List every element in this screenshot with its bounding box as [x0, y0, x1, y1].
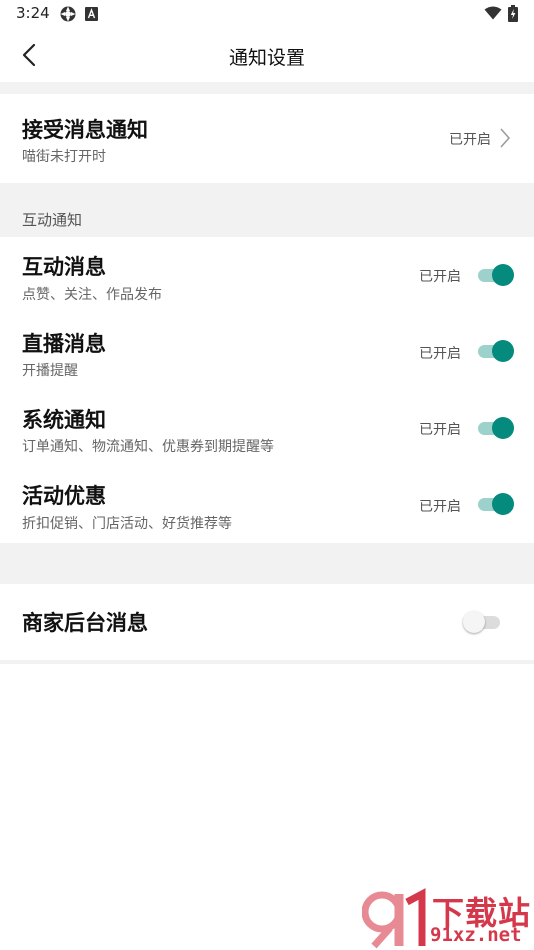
status-bar: 3:24	[0, 0, 534, 28]
row-subtitle: 折扣促销、门店活动、好货推荐等	[22, 516, 232, 532]
row-title: 系统通知	[22, 408, 106, 432]
page-title: 通知设置	[228, 47, 305, 69]
status-text: 已开启	[419, 422, 461, 438]
receive-notifications-row[interactable]: 接受消息通知 喵街未打开时 已开启	[0, 94, 534, 183]
row-subtitle: 开播提醒	[22, 363, 78, 379]
wifi-icon	[484, 6, 502, 20]
chevron-right-icon	[500, 128, 511, 148]
row-title: 互动消息	[22, 255, 106, 279]
section-gap	[0, 82, 534, 94]
status-text: 已开启	[419, 346, 461, 362]
row-title: 商家后台消息	[22, 611, 148, 635]
row-title: 接受消息通知	[22, 118, 148, 142]
status-text: 已开启	[449, 132, 491, 148]
toggle-thumb	[492, 340, 514, 362]
row-subtitle: 喵街未打开时	[22, 149, 106, 165]
toggle-thumb	[492, 264, 514, 286]
app-a-icon	[85, 7, 98, 21]
status-text: 已开启	[419, 499, 461, 515]
status-text: 已开启	[419, 269, 461, 285]
watermark-logo-icon	[362, 888, 426, 949]
live-toggle[interactable]	[476, 339, 516, 363]
row-title: 活动优惠	[22, 484, 106, 508]
promo-toggle[interactable]	[476, 492, 516, 516]
header: 通知设置	[0, 28, 534, 82]
status-time: 3:24	[16, 4, 50, 22]
watermark-url: 91xz.net	[430, 924, 522, 946]
interaction-toggle[interactable]	[476, 263, 516, 287]
settings-gear-icon	[60, 6, 76, 22]
list-item: 直播消息 开播提醒 已开启	[0, 314, 534, 390]
section-gap	[0, 543, 534, 584]
row-title: 直播消息	[22, 332, 106, 356]
list-item: 活动优惠 折扣促销、门店活动、好货推荐等 已开启	[0, 467, 534, 543]
system-toggle[interactable]	[476, 416, 516, 440]
list-item: 系统通知 订单通知、物流通知、优惠券到期提醒等 已开启	[0, 390, 534, 467]
row-subtitle: 订单通知、物流通知、优惠券到期提醒等	[22, 439, 274, 455]
section-header: 互动通知	[0, 183, 534, 237]
row-subtitle: 点赞、关注、作品发布	[22, 287, 162, 303]
watermark: 下载站 91xz.net	[362, 888, 534, 950]
toggle-thumb	[463, 611, 485, 633]
divider	[0, 660, 534, 664]
toggle-thumb	[492, 417, 514, 439]
toggle-thumb	[492, 493, 514, 515]
merchant-row: 商家后台消息	[0, 584, 534, 660]
merchant-toggle[interactable]	[463, 610, 516, 634]
battery-charging-icon	[508, 5, 518, 22]
list-item: 互动消息 点赞、关注、作品发布 已开启	[0, 237, 534, 314]
section-label: 互动通知	[22, 211, 83, 229]
